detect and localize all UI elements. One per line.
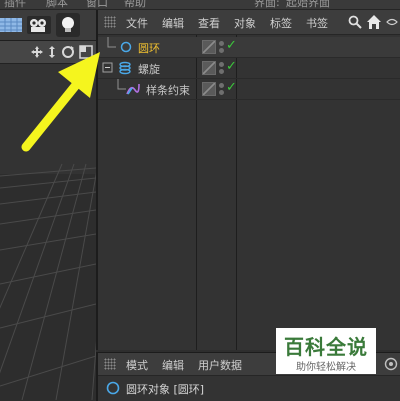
menu-help[interactable]: 帮助 <box>124 0 146 9</box>
spline-wrap-deformer-icon <box>126 83 140 95</box>
rotate-view-icon[interactable] <box>61 45 75 59</box>
layer-box-icon[interactable] <box>202 82 216 96</box>
object-list: 圆环 ✓ 螺旋 ✓ 样条约束 ✓ <box>98 35 400 350</box>
menu-view[interactable]: 查看 <box>198 15 220 31</box>
floor-icon[interactable] <box>0 16 22 34</box>
hierarchy-line-icon <box>107 37 116 48</box>
nav-back-icon[interactable] <box>386 17 398 27</box>
panel-grip-icon[interactable] <box>104 16 116 28</box>
search-icon[interactable] <box>348 15 362 29</box>
home-icon[interactable] <box>366 14 382 30</box>
new-panel-icon[interactable] <box>384 357 398 371</box>
menu-bookmarks[interactable]: 书签 <box>306 15 328 31</box>
light-bulb-icon[interactable] <box>56 13 80 37</box>
menu-edit[interactable]: 编辑 <box>162 357 184 373</box>
watermark-logo: 百科全说 助你轻松解决 <box>276 328 376 374</box>
menu-user-data[interactable]: 用户数据 <box>198 357 242 373</box>
enabled-check-icon[interactable]: ✓ <box>226 80 237 95</box>
perspective-grid[interactable] <box>0 64 96 400</box>
circle-spline-icon <box>120 41 132 53</box>
collapse-toggle-icon[interactable] <box>102 62 114 74</box>
menu-plugins[interactable]: 插件 <box>4 0 26 9</box>
visibility-dots-icon[interactable] <box>218 61 226 75</box>
layer-box-icon[interactable] <box>202 61 216 75</box>
watermark-title: 百科全说 <box>284 335 368 359</box>
enabled-check-icon[interactable]: ✓ <box>226 59 237 74</box>
camera-icon[interactable] <box>26 15 52 35</box>
object-row-spline-wrap[interactable]: 样条约束 ✓ <box>98 79 400 100</box>
panel-grip-icon[interactable] <box>104 358 116 370</box>
menu-script[interactable]: 脚本 <box>46 0 68 9</box>
viewport-toolbar <box>0 10 96 41</box>
attribute-object-title: 圆环对象 [圆环] <box>126 383 205 396</box>
menu-mode[interactable]: 模式 <box>126 357 148 373</box>
menu-tags[interactable]: 标签 <box>270 15 292 31</box>
object-row-helix[interactable]: 螺旋 ✓ <box>98 58 400 79</box>
object-name[interactable]: 圆环 <box>138 40 160 56</box>
enabled-check-icon[interactable]: ✓ <box>226 38 237 53</box>
circle-spline-icon <box>106 381 120 395</box>
main-menubar: 插件 脚本 窗口 帮助 界面: 起始界面 <box>0 0 400 10</box>
object-manager-menubar: 文件 编辑 查看 对象 标签 书签 <box>98 10 400 35</box>
object-name[interactable]: 样条约束 <box>146 82 190 98</box>
maximize-view-icon[interactable] <box>79 45 93 59</box>
menu-file[interactable]: 文件 <box>126 15 148 31</box>
menu-edit[interactable]: 编辑 <box>162 15 184 31</box>
layout-label: 界面: <box>254 0 280 9</box>
move-view-icon[interactable] <box>30 45 44 59</box>
viewport-panel[interactable] <box>0 10 96 400</box>
visibility-dots-icon[interactable] <box>218 82 226 96</box>
layout-select[interactable]: 起始界面 <box>286 0 330 9</box>
watermark-subtitle: 助你轻松解决 <box>296 362 356 373</box>
object-manager: 文件 编辑 查看 对象 标签 书签 圆环 ✓ 螺旋 ✓ 样条约束 ✓ <box>96 10 400 350</box>
object-row-circle[interactable]: 圆环 ✓ <box>98 37 400 58</box>
helix-spline-icon <box>119 61 131 75</box>
menu-window[interactable]: 窗口 <box>86 0 108 9</box>
zoom-view-icon[interactable] <box>46 45 58 59</box>
menu-object[interactable]: 对象 <box>234 15 256 31</box>
layer-box-icon[interactable] <box>202 40 216 54</box>
object-name[interactable]: 螺旋 <box>138 61 160 77</box>
viewport-navigation <box>0 41 96 64</box>
visibility-dots-icon[interactable] <box>218 40 226 54</box>
